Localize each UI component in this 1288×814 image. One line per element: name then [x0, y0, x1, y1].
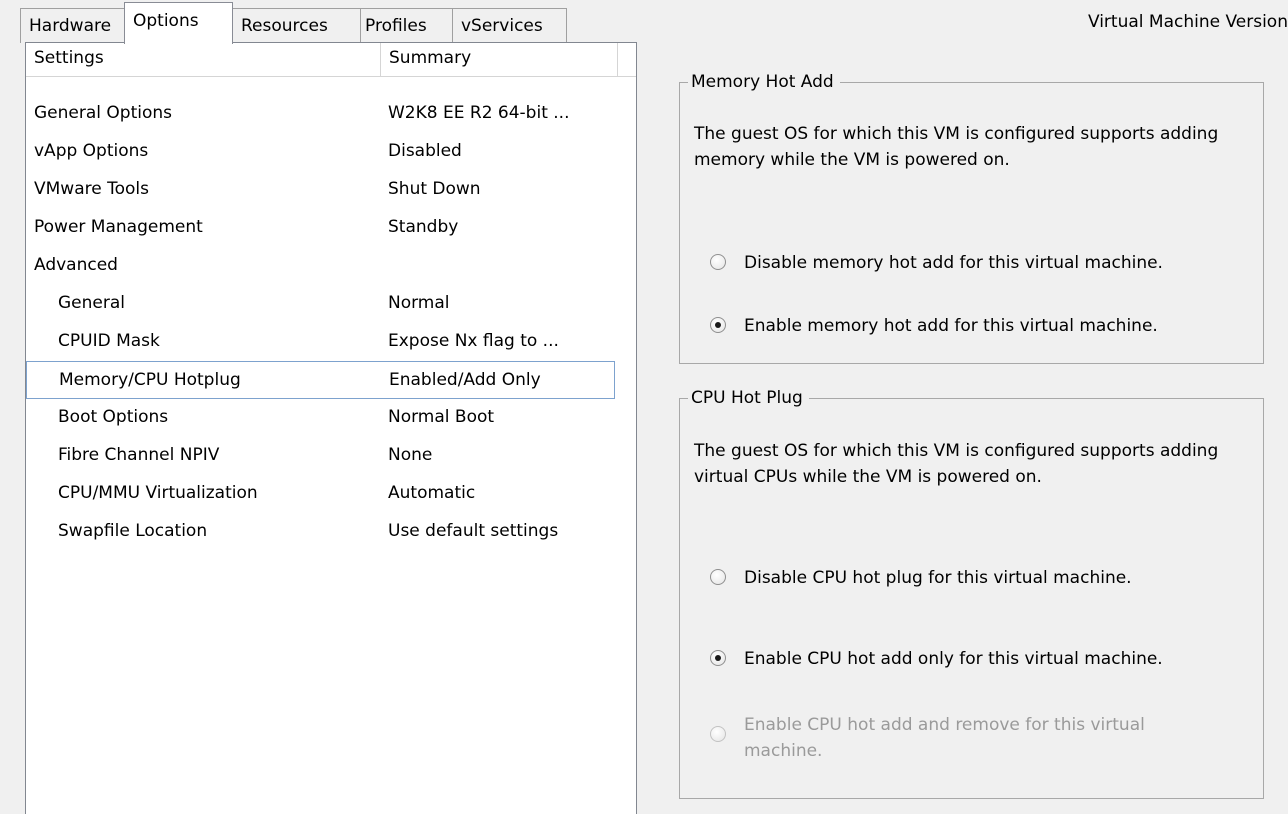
radio-selected-dot: [715, 322, 721, 328]
group-description: The guest OS for which this VM is config…: [694, 441, 1219, 487]
setting-summary: None: [388, 445, 433, 465]
setting-summary: Normal: [388, 293, 450, 313]
tab-label: vServices: [461, 16, 543, 36]
list-row-general-options[interactable]: General Options W2K8 EE R2 64-bit ...: [26, 95, 614, 133]
tab-label: Options: [133, 11, 199, 31]
setting-name: CPU/MMU Virtualization: [58, 483, 258, 503]
settings-list[interactable]: Settings Summary General Options W2K8 EE…: [25, 42, 637, 814]
setting-summary: Disabled: [388, 141, 462, 161]
radio-button[interactable]: [710, 569, 726, 585]
radio-selected-dot: [715, 655, 721, 661]
setting-name: General: [58, 293, 125, 313]
setting-name: Swapfile Location: [58, 521, 208, 541]
setting-summary: Automatic: [388, 483, 476, 503]
setting-summary: Expose Nx flag to ...: [388, 331, 559, 351]
group-description: The guest OS for which this VM is config…: [694, 124, 1219, 170]
setting-name: CPUID Mask: [58, 331, 160, 351]
radio-label: Disable memory hot add for this virtual …: [744, 253, 1163, 273]
column-header-summary[interactable]: Summary: [381, 43, 618, 76]
radio-button[interactable]: [710, 650, 726, 666]
tab-label: Hardware: [29, 16, 112, 36]
setting-summary: W2K8 EE R2 64-bit ...: [388, 103, 570, 123]
setting-summary: Normal Boot: [388, 407, 495, 427]
column-header-settings[interactable]: Settings: [26, 43, 381, 76]
list-row-swapfile-location[interactable]: Swapfile Location Use default settings: [26, 513, 614, 551]
setting-summary: Enabled/Add Only: [389, 370, 541, 390]
tab-label: Resources: [241, 16, 328, 36]
setting-summary: Use default settings: [388, 521, 559, 541]
tab-profiles[interactable]: Profiles: [360, 8, 455, 43]
list-row-cpu-mmu-virtualization[interactable]: CPU/MMU Virtualization Automatic: [26, 475, 614, 513]
list-row-general[interactable]: General Normal: [26, 285, 614, 323]
setting-name: Boot Options: [58, 407, 169, 427]
cpu-hot-plug-group: CPU Hot Plug The guest OS for which this…: [679, 385, 1264, 799]
radio-label: Enable memory hot add for this virtual m…: [744, 316, 1158, 336]
setting-summary: Shut Down: [388, 179, 481, 199]
list-row-vapp-options[interactable]: vApp Options Disabled: [26, 133, 614, 171]
tab-label: Profiles: [365, 16, 427, 36]
group-title: Memory Hot Add: [688, 69, 840, 95]
list-row-vmware-tools[interactable]: VMware Tools Shut Down: [26, 171, 614, 209]
setting-name: VMware Tools: [34, 179, 149, 199]
setting-name: Memory/CPU Hotplug: [59, 370, 241, 390]
list-header: Settings Summary: [26, 43, 636, 77]
tab-hardware[interactable]: Hardware: [20, 8, 128, 43]
radio-button[interactable]: [710, 254, 726, 270]
setting-name: vApp Options: [34, 141, 149, 161]
setting-name: Power Management: [34, 217, 203, 237]
vm-version-label: Virtual Machine Version: [1087, 12, 1288, 32]
setting-summary: Standby: [388, 217, 459, 237]
setting-name: Fibre Channel NPIV: [58, 445, 220, 465]
memory-hot-add-group: Memory Hot Add The guest OS for which th…: [679, 69, 1264, 364]
list-row-power-management[interactable]: Power Management Standby: [26, 209, 614, 247]
radio-button: [710, 726, 726, 742]
tab-resources[interactable]: Resources: [232, 8, 362, 43]
tab-bar: Hardware Options Resources Profiles vSer…: [20, 0, 1288, 44]
group-title: CPU Hot Plug: [688, 385, 809, 411]
setting-name: Advanced: [34, 255, 118, 275]
radio-button[interactable]: [710, 317, 726, 333]
list-row-boot-options[interactable]: Boot Options Normal Boot: [26, 399, 614, 437]
list-row-advanced[interactable]: Advanced: [26, 247, 614, 285]
radio-label: Enable CPU hot add only for this virtual…: [744, 649, 1163, 669]
list-row-fibre-channel-npiv[interactable]: Fibre Channel NPIV None: [26, 437, 614, 475]
tab-options[interactable]: Options: [124, 2, 233, 44]
tab-vservices[interactable]: vServices: [452, 8, 567, 43]
radio-label: Enable CPU hot add and remove for this v…: [744, 715, 1145, 761]
list-row-memory-cpu-hotplug[interactable]: Memory/CPU Hotplug Enabled/Add Only: [26, 361, 615, 399]
radio-label: Disable CPU hot plug for this virtual ma…: [744, 568, 1132, 588]
setting-name: General Options: [34, 103, 172, 123]
list-row-cpuid-mask[interactable]: CPUID Mask Expose Nx flag to ...: [26, 323, 614, 361]
